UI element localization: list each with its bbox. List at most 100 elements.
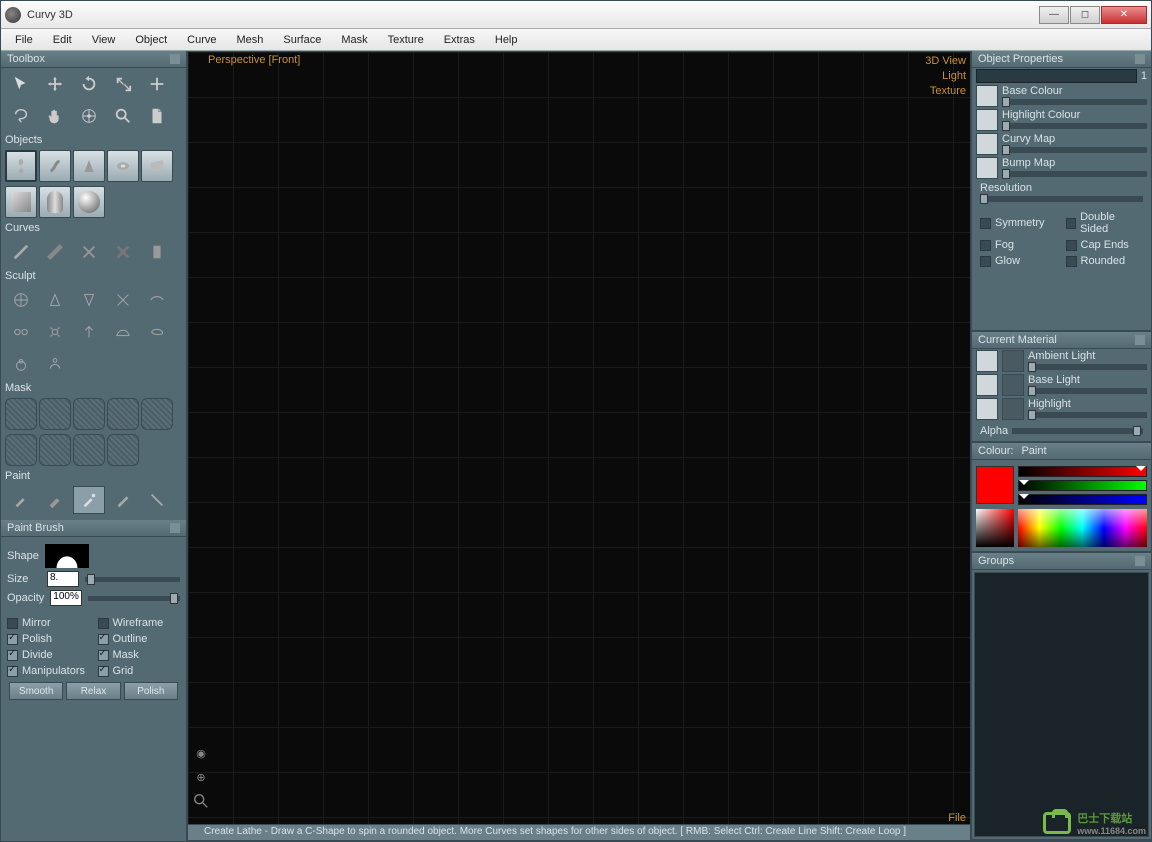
curve-object[interactable]: [39, 150, 71, 182]
curve-tool-5[interactable]: [141, 238, 173, 266]
prop-slider[interactable]: [1002, 147, 1147, 153]
sculpt-tool-3[interactable]: [73, 286, 105, 314]
object-properties-header[interactable]: Object Properties: [972, 51, 1151, 68]
mask-tool-6[interactable]: [5, 434, 37, 466]
mask-tool-3[interactable]: [73, 398, 105, 430]
groups-body[interactable]: [974, 572, 1149, 837]
sculpt-tool-11[interactable]: [5, 350, 37, 378]
sculpt-tool-7[interactable]: [39, 318, 71, 346]
torus-object[interactable]: [107, 150, 139, 182]
check-mask[interactable]: Mask: [98, 648, 181, 662]
mat-slider[interactable]: [1028, 364, 1147, 370]
objcheck-symmetry[interactable]: Symmetry: [980, 210, 1058, 236]
minimize-button[interactable]: —: [1039, 6, 1069, 24]
sculpt-tool-4[interactable]: [107, 286, 139, 314]
blue-slider[interactable]: [1018, 494, 1147, 505]
menu-edit[interactable]: Edit: [43, 31, 82, 49]
menu-file[interactable]: File: [5, 31, 43, 49]
nav-orbit-icon[interactable]: ⊕: [192, 768, 210, 786]
menu-object[interactable]: Object: [125, 31, 177, 49]
prop-slider[interactable]: [1002, 123, 1147, 129]
pin-icon[interactable]: [1135, 556, 1145, 566]
pin-icon[interactable]: [1135, 335, 1145, 345]
colour-swatch[interactable]: [976, 466, 1014, 504]
maximize-button[interactable]: ◻: [1070, 6, 1100, 24]
object-name-input[interactable]: [976, 69, 1137, 83]
cube-object[interactable]: [5, 186, 37, 218]
brush-shape-preview[interactable]: [45, 544, 89, 568]
prop-swatch[interactable]: [976, 133, 998, 155]
nav-zoom-icon[interactable]: [192, 792, 210, 810]
vp-3dview[interactable]: 3D View: [925, 54, 966, 69]
viewport-label[interactable]: Perspective [Front]: [208, 54, 300, 66]
curve-tool-1[interactable]: [5, 238, 37, 266]
sculpt-tool-6[interactable]: [5, 318, 37, 346]
vp-light[interactable]: Light: [925, 69, 966, 84]
cylinder-object[interactable]: [39, 186, 71, 218]
viewport-right-labels[interactable]: 3D View Light Texture: [925, 54, 966, 99]
mat-slider[interactable]: [1028, 388, 1147, 394]
check-outline[interactable]: Outline: [98, 632, 181, 646]
colour-mode[interactable]: Paint: [1021, 445, 1046, 457]
menu-extras[interactable]: Extras: [434, 31, 485, 49]
sculpt-tool-2[interactable]: [39, 286, 71, 314]
viewport-file[interactable]: File: [948, 812, 966, 824]
objcheck-glow[interactable]: Glow: [980, 254, 1058, 268]
mask-tool-9[interactable]: [107, 434, 139, 466]
rotate-tool[interactable]: [73, 70, 105, 98]
paint-tool-5[interactable]: [141, 486, 173, 514]
mat-slider[interactable]: [1028, 412, 1147, 418]
mask-tool-1[interactable]: [5, 398, 37, 430]
pin-icon[interactable]: [170, 523, 180, 533]
prop-swatch[interactable]: [976, 109, 998, 131]
file-tool[interactable]: [141, 102, 173, 130]
objcheck-fog[interactable]: Fog: [980, 238, 1058, 252]
paint-brush-header[interactable]: Paint Brush: [1, 520, 186, 537]
current-material-header[interactable]: Current Material: [972, 332, 1151, 349]
check-grid[interactable]: Grid: [98, 664, 181, 678]
mask-tool-4[interactable]: [107, 398, 139, 430]
menu-mesh[interactable]: Mesh: [227, 31, 274, 49]
sphere-object[interactable]: [73, 186, 105, 218]
objcheck-rounded[interactable]: Rounded: [1066, 254, 1144, 268]
pan-tool[interactable]: [39, 102, 71, 130]
menu-surface[interactable]: Surface: [273, 31, 331, 49]
move-tool[interactable]: [39, 70, 71, 98]
curve-tool-3[interactable]: [73, 238, 105, 266]
red-slider[interactable]: [1018, 466, 1147, 477]
nav-sphere-icon[interactable]: ◉: [192, 744, 210, 762]
titlebar[interactable]: Curvy 3D — ◻ ✕: [1, 1, 1151, 29]
sculpt-tool-10[interactable]: [141, 318, 173, 346]
size-slider[interactable]: [85, 577, 180, 582]
mask-tool-2[interactable]: [39, 398, 71, 430]
paint-tool-3[interactable]: [73, 486, 105, 514]
mask-tool-8[interactable]: [73, 434, 105, 466]
cone-object[interactable]: [73, 150, 105, 182]
plane-object[interactable]: [141, 150, 173, 182]
relax-button[interactable]: Relax: [66, 682, 120, 700]
toolbox-header[interactable]: Toolbox: [1, 51, 186, 68]
opacity-input[interactable]: 100%: [50, 590, 82, 606]
groups-header[interactable]: Groups: [972, 553, 1151, 570]
mask-tool-5[interactable]: [141, 398, 173, 430]
paint-tool-1[interactable]: [5, 486, 37, 514]
lasso-tool[interactable]: [5, 102, 37, 130]
sculpt-tool-12[interactable]: [39, 350, 71, 378]
prop-swatch[interactable]: [976, 157, 998, 179]
zoom-tool[interactable]: [107, 102, 139, 130]
sculpt-tool-8[interactable]: [73, 318, 105, 346]
alpha-slider[interactable]: [1012, 428, 1143, 434]
pin-icon[interactable]: [1135, 54, 1145, 64]
polish-button[interactable]: Polish: [124, 682, 178, 700]
lathe-object[interactable]: [5, 150, 37, 182]
sculpt-tool-5[interactable]: [141, 286, 173, 314]
close-button[interactable]: ✕: [1101, 6, 1147, 24]
vp-texture[interactable]: Texture: [925, 84, 966, 99]
paint-tool-4[interactable]: [107, 486, 139, 514]
paint-tool-2[interactable]: [39, 486, 71, 514]
check-polish[interactable]: Polish: [7, 632, 90, 646]
orbit-tool[interactable]: [73, 102, 105, 130]
smooth-button[interactable]: Smooth: [9, 682, 63, 700]
pin-icon[interactable]: [170, 54, 180, 64]
select-tool[interactable]: [5, 70, 37, 98]
